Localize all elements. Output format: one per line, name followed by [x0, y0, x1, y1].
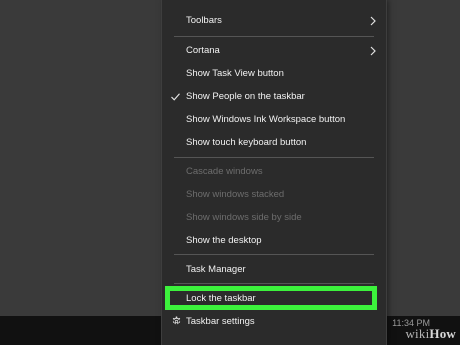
menu-item-show-windows-stacked: Show windows stacked	[162, 183, 386, 206]
chevron-right-icon	[368, 39, 378, 62]
menu-item-show-ink-workspace[interactable]: Show Windows Ink Workspace button	[162, 108, 386, 131]
menu-item-label: Show Task View button	[186, 68, 284, 79]
menu-item-show-people[interactable]: Show People on the taskbar	[162, 85, 386, 108]
menu-item-cortana[interactable]: Cortana	[162, 39, 386, 62]
menu-item-cascade-windows: Cascade windows	[162, 160, 386, 183]
menu-separator	[174, 283, 374, 284]
menu-separator	[174, 254, 374, 255]
menu-item-show-windows-side-by-side: Show windows side by side	[162, 206, 386, 229]
menu-item-label: Show touch keyboard button	[186, 137, 307, 148]
menu-item-show-desktop[interactable]: Show the desktop	[162, 229, 386, 252]
menu-separator	[174, 36, 374, 37]
chevron-right-icon	[368, 9, 378, 32]
menu-item-label: Cascade windows	[186, 166, 263, 177]
menu-item-label: Taskbar settings	[186, 316, 255, 327]
menu-item-label: Toolbars	[186, 15, 222, 26]
menu-item-task-manager[interactable]: Task Manager	[162, 258, 386, 281]
menu-item-label: Cortana	[186, 45, 220, 56]
taskbar-context-menu: Toolbars Cortana Show Task View button S…	[162, 0, 386, 345]
menu-item-label: Lock the taskbar	[186, 293, 256, 304]
menu-item-label: Task Manager	[186, 264, 246, 275]
menu-item-label: Show windows stacked	[186, 189, 285, 200]
menu-separator	[174, 157, 374, 158]
menu-item-label: Show Windows Ink Workspace button	[186, 114, 346, 125]
menu-item-show-task-view[interactable]: Show Task View button	[162, 62, 386, 85]
menu-item-label: Show the desktop	[186, 235, 262, 246]
menu-item-label: Show windows side by side	[186, 212, 302, 223]
menu-item-label: Show People on the taskbar	[186, 91, 305, 102]
menu-item-toolbars[interactable]: Toolbars	[162, 9, 386, 32]
menu-item-show-touch-keyboard[interactable]: Show touch keyboard button	[162, 131, 386, 154]
gear-icon	[170, 310, 182, 333]
menu-item-lock-taskbar[interactable]: Lock the taskbar	[162, 287, 386, 310]
menu-item-taskbar-settings[interactable]: Taskbar settings	[162, 310, 386, 333]
wikihow-watermark: wikiHow	[405, 326, 456, 341]
checkmark-icon	[170, 85, 180, 108]
